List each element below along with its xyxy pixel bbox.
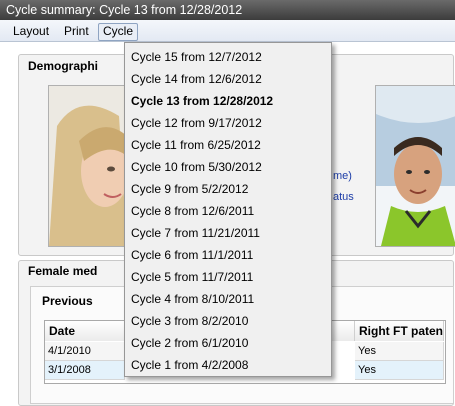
male-portrait-image (376, 86, 455, 246)
menu-cycle[interactable]: Cycle (98, 23, 139, 41)
grid-header-right-ft[interactable]: Right FT paten (355, 321, 444, 341)
grid-cell-right-ft: Yes (355, 361, 444, 380)
cycle-dropdown-menu: Cycle 15 from 12/7/2012 Cycle 14 from 12… (124, 42, 332, 377)
cycle-menu-item-3[interactable]: Cycle 3 from 8/2/2010 (131, 310, 327, 332)
female-medical-title: Female med (28, 264, 98, 278)
menu-print[interactable]: Print (60, 23, 93, 39)
female-photo (48, 85, 128, 247)
grid-cell-date: 4/1/2010 (45, 342, 125, 361)
cycle-menu-item-4[interactable]: Cycle 4 from 8/10/2011 (131, 288, 327, 310)
cycle-menu-item-6[interactable]: Cycle 6 from 11/1/2011 (131, 244, 327, 266)
window-title: Cycle summary: Cycle 13 from 12/28/2012 (0, 0, 455, 20)
cycle-menu-item-10[interactable]: Cycle 10 from 5/30/2012 (131, 156, 327, 178)
cycle-menu-item-8[interactable]: Cycle 8 from 12/6/2011 (131, 200, 327, 222)
cycle-menu-item-1[interactable]: Cycle 1 from 4/2/2008 (131, 354, 327, 376)
cycle-menu-item-2[interactable]: Cycle 2 from 6/1/2010 (131, 332, 327, 354)
cycle-menu-item-5[interactable]: Cycle 5 from 11/7/2011 (131, 266, 327, 288)
demographics-title: Demographi (28, 59, 99, 73)
grid-header-date[interactable]: Date (45, 321, 125, 341)
menu-layout[interactable]: Layout (9, 23, 53, 39)
demographics-link-2[interactable]: atus (333, 191, 354, 203)
menu-bar: Layout Print Cycle (0, 20, 455, 42)
cycle-menu-item-11[interactable]: Cycle 11 from 6/25/2012 (131, 134, 327, 156)
cycle-menu-item-7[interactable]: Cycle 7 from 11/21/2011 (131, 222, 327, 244)
cycle-menu-item-14[interactable]: Cycle 14 from 12/6/2012 (131, 68, 327, 90)
female-portrait-image (49, 86, 127, 246)
grid-cell-right-ft: Yes (355, 342, 444, 361)
demographics-link-1[interactable]: me) (333, 170, 352, 182)
previous-title: Previous (42, 294, 93, 308)
cycle-menu-item-12[interactable]: Cycle 12 from 9/17/2012 (131, 112, 327, 134)
cycle-menu-item-13-selected[interactable]: Cycle 13 from 12/28/2012 (131, 90, 327, 112)
male-photo (375, 85, 455, 247)
grid-cell-date: 3/1/2008 (45, 361, 125, 380)
cycle-menu-item-15[interactable]: Cycle 15 from 12/7/2012 (131, 46, 327, 68)
cycle-menu-item-9[interactable]: Cycle 9 from 5/2/2012 (131, 178, 327, 200)
